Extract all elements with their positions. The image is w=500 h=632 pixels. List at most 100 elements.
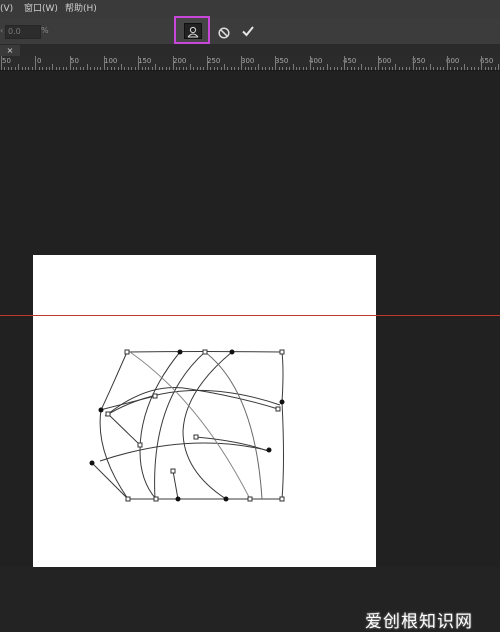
ruler-tick	[35, 56, 36, 70]
ruler-tick	[224, 64, 225, 70]
menu-item-window[interactable]: 窗口(W)	[24, 0, 58, 18]
ruler-tick	[159, 67, 160, 70]
ruler-tick	[378, 56, 379, 70]
ruler-tick	[485, 67, 486, 70]
ruler-tick	[66, 67, 67, 70]
cancel-transform-button[interactable]	[218, 24, 230, 39]
ruler-tick	[76, 67, 77, 70]
ruler-tick	[32, 67, 33, 70]
commit-transform-button[interactable]	[241, 23, 255, 37]
document-tab-bar: ×	[0, 45, 500, 56]
options-lead-glyph: ‹	[0, 26, 4, 35]
ruler-tick	[368, 67, 369, 70]
cancel-icon	[218, 27, 230, 39]
ruler-tick	[155, 64, 156, 70]
ruler-label: 50	[70, 57, 79, 65]
ruler-tick	[114, 67, 115, 70]
ruler-tick	[245, 67, 246, 70]
ruler-tick	[94, 67, 95, 70]
ruler-tick	[433, 67, 434, 70]
warp-mode-button[interactable]	[174, 16, 210, 44]
ruler-label: 500	[378, 57, 392, 65]
canvas-area[interactable]: 爱创根知识网	[0, 71, 500, 632]
ruler-tick	[186, 67, 187, 70]
ruler-tick	[491, 67, 492, 70]
ruler-tick	[22, 67, 23, 70]
ruler-tick	[255, 67, 256, 70]
ruler-tick	[131, 67, 132, 70]
ruler-tick	[142, 67, 143, 70]
ruler-tick	[135, 67, 136, 70]
ruler-tick	[46, 67, 47, 70]
ruler-tick	[203, 67, 204, 70]
ruler-tick	[248, 67, 249, 70]
ruler-tick	[111, 67, 112, 70]
ruler-tick	[251, 67, 252, 70]
ruler-tick	[272, 67, 273, 70]
ruler-tick	[183, 67, 184, 70]
menu-item-view[interactable]: (V)	[0, 0, 13, 18]
ruler-tick	[457, 67, 458, 70]
ruler-tick	[323, 67, 324, 70]
ruler-label: 350	[275, 57, 289, 65]
ruler-tick	[365, 67, 366, 70]
ruler-tick	[467, 67, 468, 70]
ruler-tick	[347, 67, 348, 70]
ruler-tick	[354, 67, 355, 70]
ruler-tick	[73, 67, 74, 70]
ruler-tick	[327, 64, 328, 70]
bend-unit-label: %	[41, 26, 49, 35]
menu-item-help[interactable]: 帮助(H)	[65, 0, 97, 18]
ruler-tick	[42, 67, 43, 70]
ruler-tick	[275, 56, 276, 70]
checkmark-icon	[242, 26, 254, 37]
ruler-tick	[269, 67, 270, 70]
ruler-tick	[100, 67, 101, 70]
ruler-tick	[392, 67, 393, 70]
ruler-tick	[440, 67, 441, 70]
bend-value-field[interactable]: 0.0	[5, 25, 41, 39]
ruler-label: 250	[207, 57, 221, 65]
ruler-label: 50	[2, 57, 11, 65]
ruler-tick	[15, 67, 16, 70]
warp-mesh[interactable]	[0, 71, 500, 567]
ruler-tick	[152, 67, 153, 70]
ruler-tick	[389, 67, 390, 70]
ruler-label: 200	[173, 57, 187, 65]
ruler-tick	[238, 67, 239, 70]
ruler-tick	[83, 67, 84, 70]
ruler-tick	[8, 67, 9, 70]
horizontal-ruler[interactable]: 50 0 50 100 150 200 250 300 350 400 450 …	[0, 56, 500, 71]
close-tab-icon[interactable]: ×	[7, 46, 14, 55]
ruler-tick	[121, 64, 122, 70]
ruler-tick	[416, 67, 417, 70]
ruler-tick	[90, 67, 91, 70]
ruler-tick	[210, 67, 211, 70]
ruler-tick	[320, 67, 321, 70]
ruler-tick	[382, 67, 383, 70]
ruler-tick	[341, 67, 342, 70]
ruler-tick	[70, 56, 71, 70]
ruler-tick	[138, 56, 139, 70]
ruler-tick	[279, 67, 280, 70]
ruler-tick	[80, 67, 81, 70]
ruler-tick	[488, 67, 489, 70]
ruler-tick	[430, 64, 431, 70]
ruler-label: 650	[480, 57, 494, 65]
ruler-tick	[443, 67, 444, 70]
ruler-tick	[104, 56, 105, 70]
ruler-tick	[39, 67, 40, 70]
ruler-tick	[413, 56, 414, 70]
ruler-tick	[471, 67, 472, 70]
ruler-tick	[234, 67, 235, 70]
ruler-tick	[128, 67, 129, 70]
ruler-tick	[221, 67, 222, 70]
ruler-tick	[402, 67, 403, 70]
ruler-tick	[371, 67, 372, 70]
ruler-tick	[262, 67, 263, 70]
ruler-tick	[258, 64, 259, 70]
ruler-tick	[293, 64, 294, 70]
ruler-tick	[28, 67, 29, 70]
ruler-tick	[437, 67, 438, 70]
document-tab[interactable]: ×	[0, 45, 20, 56]
